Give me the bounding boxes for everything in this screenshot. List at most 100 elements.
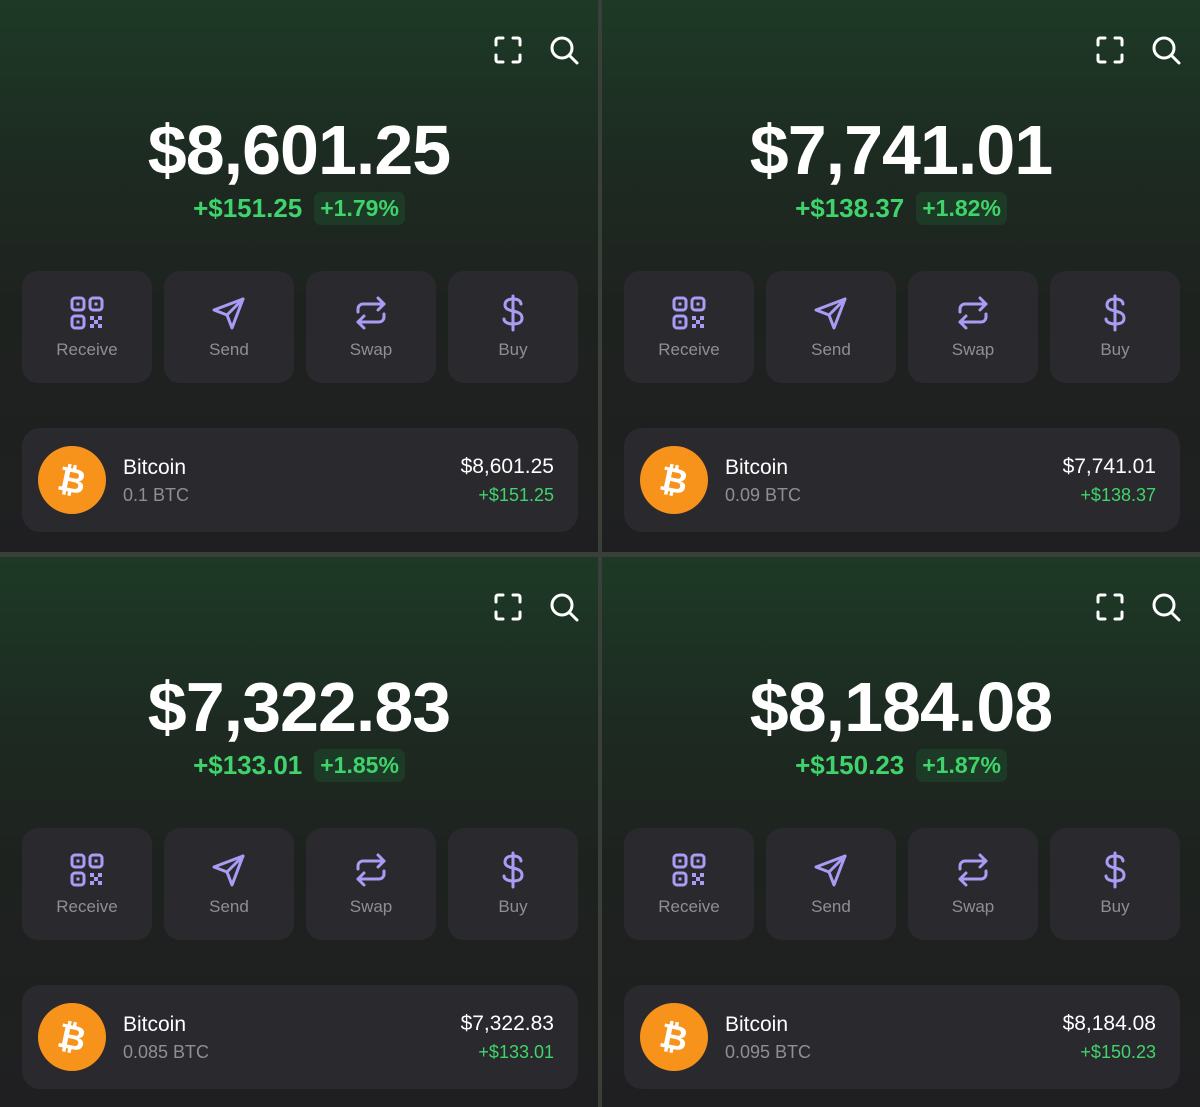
- receive-label: Receive: [56, 340, 118, 359]
- svg-text:₿: ₿: [656, 459, 691, 502]
- swap-button[interactable]: Swap: [306, 271, 436, 383]
- send-button[interactable]: Send: [766, 271, 896, 383]
- total-balance: $7,322.83: [147, 668, 451, 746]
- buy-label: Buy: [1100, 340, 1130, 359]
- qr-code-icon: [68, 294, 106, 332]
- buy-label: Buy: [498, 340, 528, 359]
- scan-icon[interactable]: [492, 591, 524, 623]
- change-amount: +$150.23: [795, 750, 905, 780]
- receive-label: Receive: [56, 897, 118, 916]
- asset-value: $7,322.83: [460, 1012, 554, 1035]
- buy-label: Buy: [1100, 897, 1130, 916]
- swap-label: Swap: [349, 340, 393, 359]
- receive-button[interactable]: Receive: [624, 271, 754, 383]
- action-buttons: Receive Send Swap Buy: [624, 271, 1180, 383]
- send-button[interactable]: Send: [766, 828, 896, 940]
- asset-change: +$133.01: [478, 1042, 554, 1062]
- total-balance: $7,741.01: [749, 111, 1053, 189]
- asset-name: Bitcoin: [123, 456, 187, 479]
- receive-button[interactable]: Receive: [22, 828, 152, 940]
- bitcoin-icon: ₿: [38, 446, 106, 514]
- swap-label: Swap: [349, 897, 393, 916]
- buy-button[interactable]: Buy: [1050, 271, 1180, 383]
- qr-code-icon: [670, 851, 708, 889]
- asset-row-bitcoin[interactable]: ₿ Bitcoin 0.095 BTC $8,184.08 +$150.23: [624, 985, 1180, 1089]
- scan-icon[interactable]: [492, 34, 524, 66]
- total-balance: $8,184.08: [749, 668, 1053, 746]
- asset-value: $7,741.01: [1062, 455, 1156, 478]
- buy-label: Buy: [498, 897, 528, 916]
- asset-value: $8,601.25: [460, 455, 554, 478]
- asset-change: +$151.25: [478, 485, 554, 505]
- send-label: Send: [811, 897, 851, 916]
- swap-label: Swap: [951, 897, 995, 916]
- asset-quantity: 0.1 BTC: [123, 485, 190, 505]
- swap-icon: [352, 851, 390, 889]
- send-label: Send: [209, 340, 249, 359]
- asset-row-bitcoin[interactable]: ₿ Bitcoin 0.1 BTC $8,601.25 +$151.25: [22, 428, 578, 532]
- wallet-panel: $8,184.08 +$150.23 +1.87% Receive Send S…: [602, 557, 1200, 1107]
- scan-icon[interactable]: [1094, 591, 1126, 623]
- asset-name: Bitcoin: [725, 1013, 789, 1036]
- buy-button[interactable]: Buy: [1050, 828, 1180, 940]
- qr-code-icon: [68, 851, 106, 889]
- asset-row-bitcoin[interactable]: ₿ Bitcoin 0.09 BTC $7,741.01 +$138.37: [624, 428, 1180, 532]
- swap-icon: [954, 851, 992, 889]
- dollar-icon: [1096, 294, 1134, 332]
- asset-name: Bitcoin: [123, 1013, 187, 1036]
- change-amount: +$151.25: [193, 193, 303, 223]
- change-percent-badge: +1.79%: [314, 192, 405, 225]
- svg-text:₿: ₿: [54, 1016, 89, 1059]
- balance-change: +$150.23 +1.87%: [602, 749, 1200, 782]
- search-icon[interactable]: [1150, 34, 1182, 66]
- asset-change: +$150.23: [1080, 1042, 1156, 1062]
- change-amount: +$133.01: [193, 750, 303, 780]
- balance-change: +$151.25 +1.79%: [0, 192, 598, 225]
- wallet-panel: $7,741.01 +$138.37 +1.82% Receive Send S…: [602, 0, 1200, 552]
- send-button[interactable]: Send: [164, 271, 294, 383]
- change-amount: +$138.37: [795, 193, 905, 223]
- search-icon[interactable]: [548, 34, 580, 66]
- receive-label: Receive: [658, 340, 720, 359]
- top-toolbar: [492, 34, 580, 66]
- send-icon: [812, 294, 850, 332]
- swap-label: Swap: [951, 340, 995, 359]
- wallet-screenshot-grid: $8,601.25 +$151.25 +1.79% Receive Send S…: [0, 0, 1200, 1107]
- swap-button[interactable]: Swap: [306, 828, 436, 940]
- receive-label: Receive: [658, 897, 720, 916]
- bitcoin-icon: ₿: [38, 1003, 106, 1071]
- swap-button[interactable]: Swap: [908, 828, 1038, 940]
- asset-quantity: 0.085 BTC: [123, 1042, 210, 1062]
- asset-name: Bitcoin: [725, 456, 789, 479]
- asset-quantity: 0.09 BTC: [725, 485, 802, 505]
- buy-button[interactable]: Buy: [448, 828, 578, 940]
- action-buttons: Receive Send Swap Buy: [22, 271, 578, 383]
- buy-button[interactable]: Buy: [448, 271, 578, 383]
- swap-icon: [352, 294, 390, 332]
- wallet-panel: $7,322.83 +$133.01 +1.85% Receive Send S…: [0, 557, 598, 1107]
- change-percent-badge: +1.82%: [916, 192, 1007, 225]
- total-balance: $8,601.25: [147, 111, 451, 189]
- search-icon[interactable]: [548, 591, 580, 623]
- action-buttons: Receive Send Swap Buy: [22, 828, 578, 940]
- dollar-icon: [1096, 851, 1134, 889]
- asset-quantity: 0.095 BTC: [725, 1042, 812, 1062]
- send-icon: [210, 851, 248, 889]
- bitcoin-icon: ₿: [640, 446, 708, 514]
- send-button[interactable]: Send: [164, 828, 294, 940]
- asset-row-bitcoin[interactable]: ₿ Bitcoin 0.085 BTC $7,322.83 +$133.01: [22, 985, 578, 1089]
- change-percent-badge: +1.87%: [916, 749, 1007, 782]
- swap-button[interactable]: Swap: [908, 271, 1038, 383]
- receive-button[interactable]: Receive: [22, 271, 152, 383]
- svg-text:₿: ₿: [54, 459, 89, 502]
- qr-code-icon: [670, 294, 708, 332]
- top-toolbar: [492, 591, 580, 623]
- bitcoin-icon: ₿: [640, 1003, 708, 1071]
- scan-icon[interactable]: [1094, 34, 1126, 66]
- send-label: Send: [209, 897, 249, 916]
- swap-icon: [954, 294, 992, 332]
- balance-change: +$133.01 +1.85%: [0, 749, 598, 782]
- asset-value: $8,184.08: [1062, 1012, 1156, 1035]
- search-icon[interactable]: [1150, 591, 1182, 623]
- receive-button[interactable]: Receive: [624, 828, 754, 940]
